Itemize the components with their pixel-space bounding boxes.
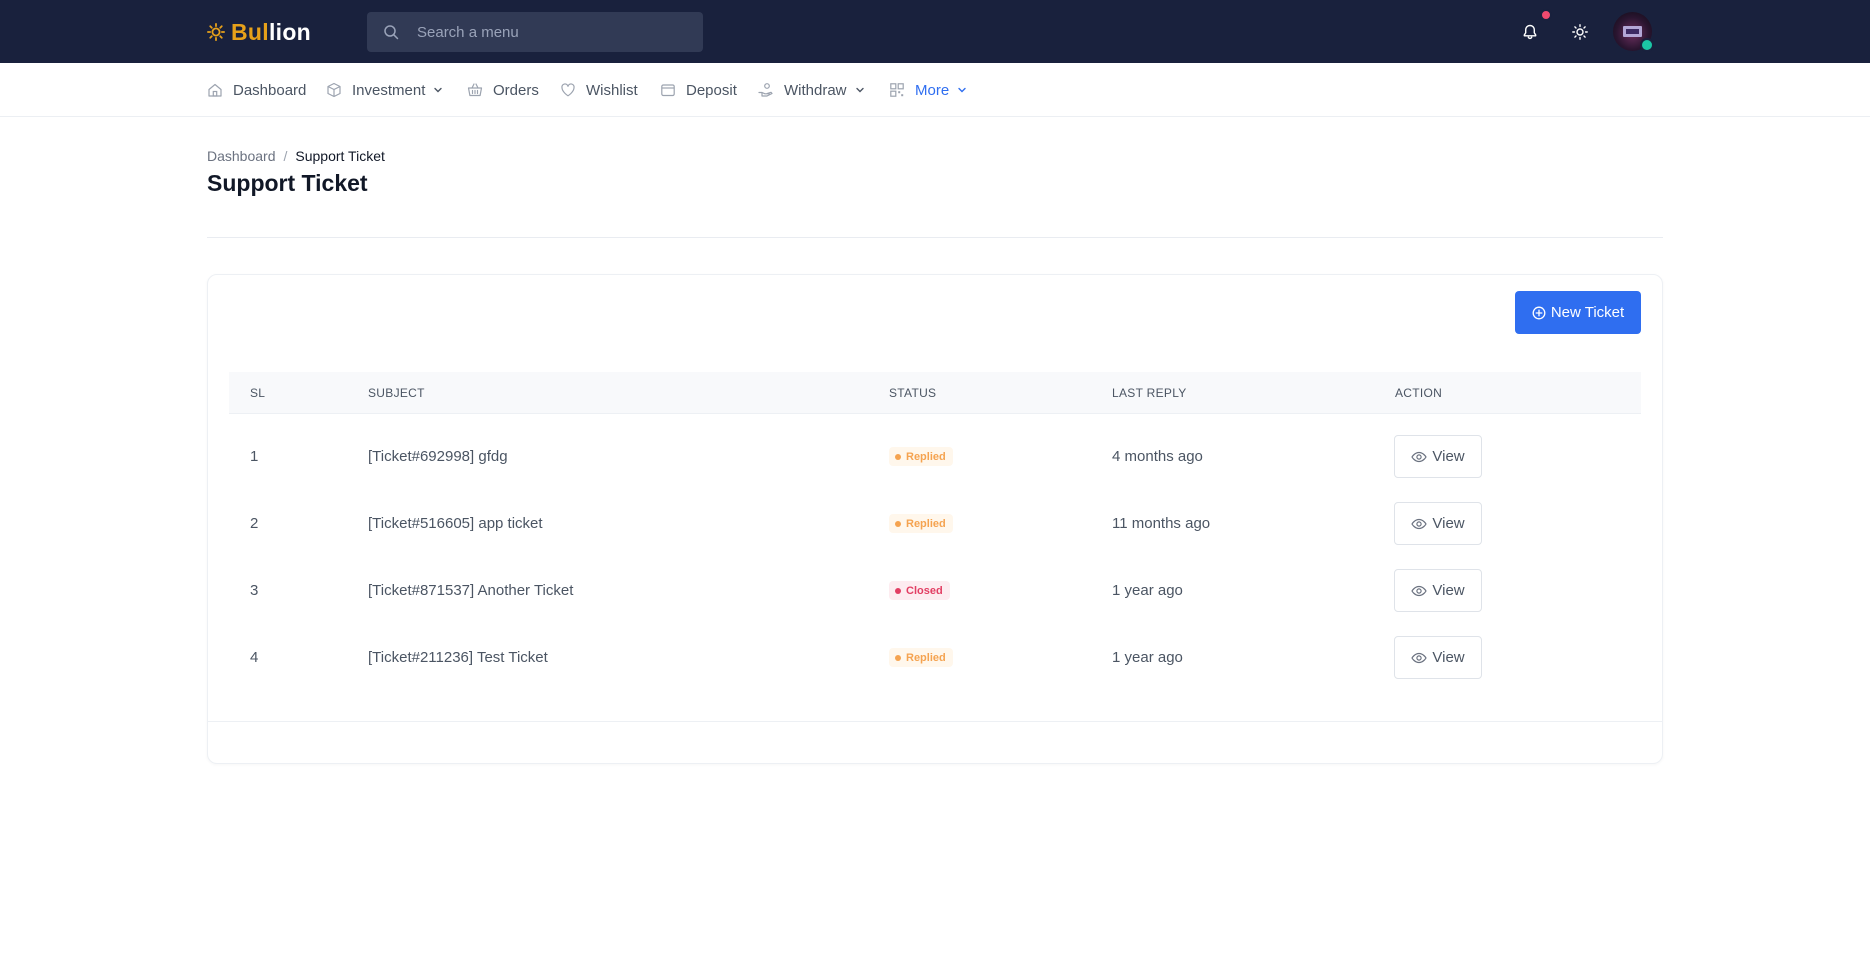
nav-label: Deposit (686, 81, 737, 99)
nav-label: Investment (352, 81, 426, 99)
cell-subject: [Ticket#871537] Another Ticket (368, 582, 574, 599)
column-header-last-reply: LAST REPLY (1112, 386, 1187, 400)
breadcrumb-separator: / (283, 148, 288, 164)
status-text: Replied (906, 450, 946, 463)
view-label: View (1432, 448, 1465, 465)
cell-sl: 4 (250, 649, 259, 666)
view-ticket-button[interactable]: View (1394, 636, 1482, 679)
cell-last-reply: 11 months ago (1112, 515, 1211, 532)
search-box (367, 12, 703, 52)
status-dot (895, 520, 901, 527)
brand-logo[interactable]: Bullion (207, 18, 311, 46)
table-header: SL SUBJECT STATUS LAST REPLY ACTION (229, 372, 1641, 414)
sun-logo-icon (207, 23, 225, 41)
table-row: 2 [Ticket#516605] app ticket Replied 11 … (229, 490, 1641, 557)
nav-item-dashboard[interactable]: Dashboard (207, 63, 306, 117)
column-header-status: STATUS (889, 386, 937, 400)
status-badge: Replied (889, 447, 953, 466)
search-icon (384, 25, 399, 40)
chevron-down-icon (434, 87, 443, 93)
cell-sl: 3 (250, 582, 259, 599)
column-header-subject: SUBJECT (368, 386, 425, 400)
breadcrumb: Dashboard / Support Ticket (207, 148, 385, 164)
brand-name: Bullion (231, 18, 312, 45)
nav-label: Dashboard (233, 81, 307, 99)
basket-icon (467, 83, 483, 97)
main-nav: Dashboard Investment Orders Wishlist Dep… (0, 63, 1870, 117)
notifications-button[interactable] (1518, 20, 1542, 44)
view-ticket-button[interactable]: View (1394, 569, 1482, 612)
top-bar: Bullion (0, 0, 1870, 63)
nav-item-wishlist[interactable]: Wishlist (560, 63, 638, 117)
new-ticket-button[interactable]: New Ticket (1515, 291, 1641, 334)
online-status-dot (1640, 38, 1654, 52)
nav-item-orders[interactable]: Orders (467, 63, 539, 117)
eye-icon (1411, 518, 1428, 529)
card-footer-divider (208, 721, 1662, 722)
eye-icon (1411, 585, 1428, 596)
bell-icon (1523, 24, 1537, 40)
column-header-sl: SL (250, 386, 266, 400)
table-row: 4 [Ticket#211236] Test Ticket Replied 1 … (229, 624, 1641, 691)
cell-subject: [Ticket#211236] Test Ticket (368, 649, 548, 666)
hand-coin-icon (758, 83, 773, 97)
avatar-image (1623, 26, 1642, 37)
breadcrumb-dashboard-link[interactable]: Dashboard (207, 148, 276, 164)
status-dot (895, 654, 901, 661)
cell-subject: [Ticket#516605] app ticket (368, 515, 543, 532)
view-label: View (1432, 582, 1465, 599)
divider (207, 237, 1663, 238)
wallet-icon (661, 84, 675, 97)
nav-item-deposit[interactable]: Deposit (660, 63, 737, 117)
cube-icon (327, 82, 341, 98)
column-header-action: ACTION (1395, 386, 1443, 400)
nav-label: Withdraw (784, 81, 847, 99)
eye-icon (1411, 451, 1428, 462)
cell-sl: 2 (250, 515, 259, 532)
cell-last-reply: 1 year ago (1112, 649, 1183, 666)
cell-last-reply: 4 months ago (1112, 448, 1203, 465)
breadcrumb-current: Support Ticket (295, 148, 385, 164)
page-title: Support Ticket (207, 170, 368, 196)
status-dot (895, 587, 901, 594)
eye-icon (1411, 652, 1428, 663)
nav-item-investment[interactable]: Investment (326, 63, 443, 117)
new-ticket-label: New Ticket (1550, 304, 1625, 321)
cell-subject: [Ticket#692998] gfdg (368, 448, 508, 465)
view-ticket-button[interactable]: View (1394, 435, 1482, 478)
table-row: 1 [Ticket#692998] gfdg Replied 4 months … (229, 423, 1641, 490)
nav-label: More (915, 81, 950, 99)
nav-label: Orders (493, 81, 539, 99)
status-text: Replied (906, 651, 946, 664)
grid-icon (890, 83, 904, 97)
cell-last-reply: 1 year ago (1112, 582, 1183, 599)
view-label: View (1432, 649, 1465, 666)
status-text: Closed (906, 584, 943, 597)
table-row: 3 [Ticket#871537] Another Ticket Closed … (229, 557, 1641, 624)
home-icon (208, 83, 222, 97)
heart-icon (561, 83, 575, 97)
chevron-down-icon (958, 87, 966, 93)
search-input[interactable] (417, 12, 687, 52)
nav-item-withdraw[interactable]: Withdraw (758, 63, 865, 117)
status-text: Replied (906, 517, 946, 530)
notification-dot (1540, 9, 1552, 21)
view-ticket-button[interactable]: View (1394, 502, 1482, 545)
status-badge: Replied (889, 648, 953, 667)
nav-item-more[interactable]: More (889, 63, 967, 117)
theme-toggle-button[interactable] (1568, 20, 1592, 44)
cell-sl: 1 (250, 448, 259, 465)
plus-circle-icon (1532, 306, 1546, 319)
status-dot (895, 453, 901, 460)
status-badge: Closed (889, 581, 950, 600)
sun-icon (1572, 24, 1588, 40)
status-badge: Replied (889, 514, 953, 533)
chevron-down-icon (855, 87, 864, 93)
view-label: View (1432, 515, 1465, 532)
nav-label: Wishlist (586, 81, 638, 99)
